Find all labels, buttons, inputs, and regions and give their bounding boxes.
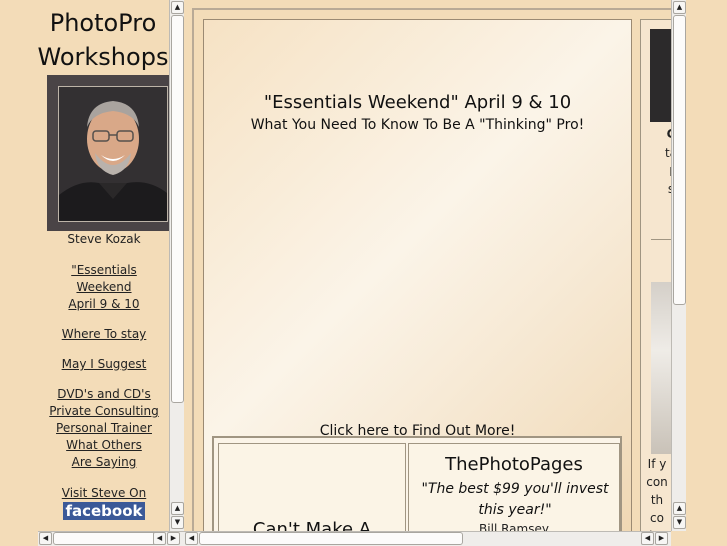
event-subhead: What You Need To Know To Be A "Thinking"… [250, 117, 585, 133]
site-brand: PhotoPro Workshops [0, 6, 184, 74]
window-margin [686, 0, 727, 545]
scroll-up-arrow-icon[interactable]: ▲ [171, 1, 184, 14]
brand-line-2: Workshops [37, 43, 169, 71]
left-vertical-scroll-thumb[interactable] [171, 15, 184, 403]
nav-link-essentials-1[interactable]: "Essentials [0, 262, 184, 279]
right-text-7: th [650, 493, 664, 507]
nav-link-are-saying[interactable]: Are Saying [0, 454, 184, 471]
nav-link-what-others[interactable]: What Others [0, 437, 184, 454]
portrait-frame [47, 75, 177, 231]
promo-table: Can't Make A ThePhotoPages "The best $99… [212, 436, 622, 531]
right-text-5: If y [647, 457, 667, 471]
left-vertical-scrollbar[interactable]: ▲ ▲ ▼ [169, 0, 184, 531]
photopages-quote: "The best $99 you'll invest this year!" [421, 481, 609, 518]
scroll-down-arrow-icon[interactable]: ▼ [673, 516, 686, 529]
photopages-quote-author: Bill Ramsey [479, 522, 549, 531]
nav-link-private-consulting[interactable]: Private Consulting [0, 403, 184, 420]
main-vertical-scrollbar[interactable]: ▲ ▲ ▼ [671, 0, 687, 531]
promo-cell-photopages[interactable]: ThePhotoPages "The best $99 you'll inves… [408, 443, 620, 531]
left-horizontal-scroll-thumb[interactable] [53, 532, 161, 545]
nav-link-may-i-suggest[interactable]: May I Suggest [0, 356, 184, 373]
scroll-right-arrow-icon[interactable]: ▶ [167, 532, 180, 545]
left-horizontal-scrollbar[interactable]: ◀ ◀ ▶ [38, 531, 184, 546]
scroll-up-arrow-icon[interactable]: ▲ [171, 502, 184, 515]
brand-line-1: PhotoPro [49, 9, 157, 37]
nav-link-essentials-2[interactable]: Weekend [0, 279, 184, 296]
scroll-right-arrow-icon[interactable]: ▶ [655, 532, 668, 545]
right-text-6: con [646, 475, 668, 489]
photo-caption: Steve Kozak [67, 232, 141, 246]
promo-cell-left: Can't Make A [218, 443, 406, 531]
left-frame: PhotoPro Workshops Steve Kozak "Essentia… [0, 0, 184, 545]
scroll-left-arrow-icon[interactable]: ◀ [641, 532, 654, 545]
event-headline: "Essentials Weekend" April 9 & 10 [263, 92, 572, 113]
main-frame: "Essentials Weekend" April 9 & 10 What Y… [184, 0, 686, 531]
main-vertical-scroll-thumb[interactable] [673, 15, 686, 305]
nav-link-dvds-cds[interactable]: DVD's and CD's [0, 386, 184, 403]
scroll-down-arrow-icon[interactable]: ▼ [171, 516, 184, 529]
cant-make-title: Can't Make A [252, 519, 372, 531]
nav-link-essentials-3[interactable]: April 9 & 10 [0, 296, 184, 313]
scroll-left-arrow-icon[interactable]: ◀ [185, 532, 198, 545]
scroll-up-arrow-icon[interactable]: ▲ [673, 502, 686, 515]
right-text-8: co [650, 511, 664, 525]
photopages-title: ThePhotoPages [445, 454, 583, 475]
nav-link-where-to-stay[interactable]: Where To stay [0, 326, 184, 343]
main-horizontal-scrollbar[interactable]: ◀ ◀ ▶ [184, 531, 671, 546]
nav-link-visit-steve[interactable]: Visit Steve On [0, 485, 184, 502]
facebook-logo[interactable]: facebook [63, 502, 145, 520]
scroll-left-arrow-icon[interactable]: ◀ [153, 532, 166, 545]
portrait-photo [58, 86, 168, 222]
scroll-left-arrow-icon[interactable]: ◀ [39, 532, 52, 545]
scroll-up-arrow-icon[interactable]: ▲ [673, 1, 686, 14]
nav-link-personal-trainer[interactable]: Personal Trainer [0, 420, 184, 437]
main-horizontal-scroll-thumb[interactable] [199, 532, 463, 545]
